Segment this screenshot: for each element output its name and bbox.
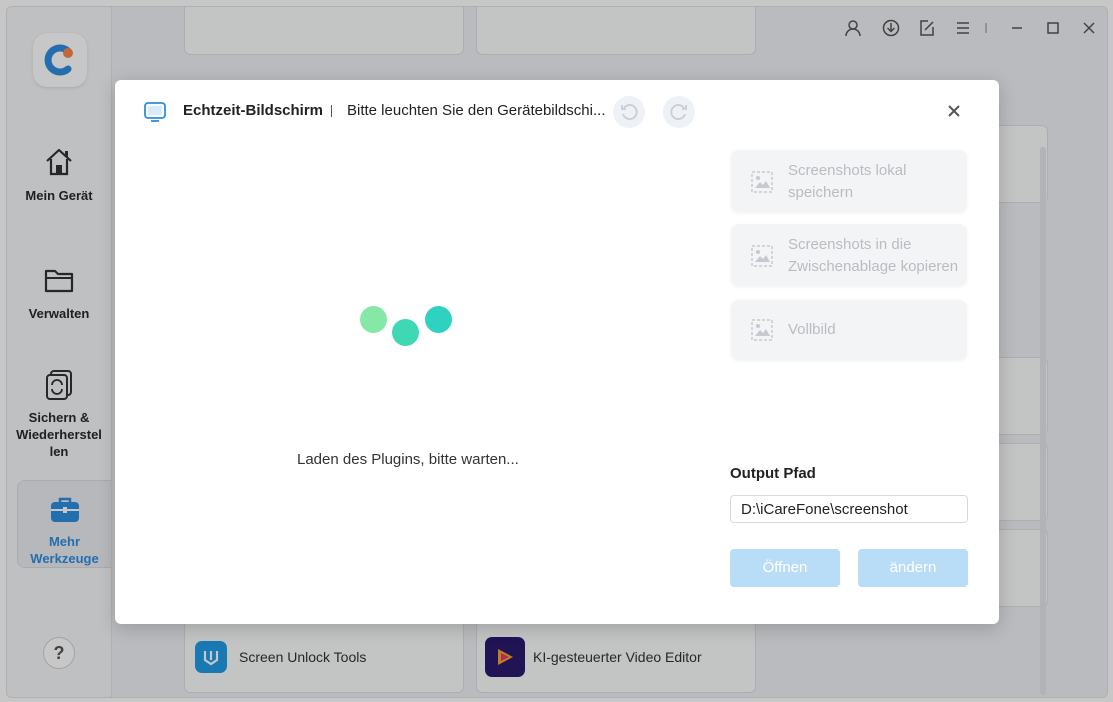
loading-dot (392, 319, 419, 346)
output-path-field[interactable]: D:\iCareFone\screenshot (730, 495, 968, 523)
action-label-line-2: speichern (788, 184, 854, 201)
rotate-right-button[interactable] (663, 96, 695, 128)
copy-screenshot-clipboard-button[interactable]: Screenshots in die Zwischenablage kopier… (731, 224, 967, 286)
title-separator (331, 105, 332, 117)
fullscreen-button[interactable]: Vollbild (731, 300, 967, 360)
open-button[interactable]: Öffnen (730, 549, 840, 587)
rotate-left-icon (621, 104, 638, 120)
screenshot-icon (751, 319, 773, 341)
output-path-label: Output Pfad (730, 465, 816, 482)
save-screenshot-local-button[interactable]: Screenshots lokal speichern (731, 150, 967, 212)
change-button[interactable]: ändern (858, 549, 968, 587)
close-icon (948, 105, 960, 117)
loading-message: Laden des Plugins, bitte warten... (297, 451, 519, 468)
screenshot-icon (751, 171, 773, 193)
rotate-left-button[interactable] (613, 96, 645, 128)
monitor-icon (144, 102, 166, 122)
loading-dot (425, 306, 452, 333)
action-label-line-1: Screenshots in die (788, 236, 912, 253)
loading-dot (360, 306, 387, 333)
realtime-screen-dialog: Echtzeit-Bildschirm Bitte leuchten Sie d… (115, 80, 999, 624)
action-label: Vollbild (788, 321, 836, 338)
action-label-line-2: Zwischenablage kopieren (788, 258, 959, 275)
rotate-right-icon (670, 104, 687, 120)
dialog-close-button[interactable] (945, 102, 963, 120)
dialog-subtitle: Bitte leuchten Sie den Gerätebildschi... (347, 102, 606, 119)
screenshot-icon (751, 245, 773, 267)
action-label-line-1: Screenshots lokal (788, 162, 907, 179)
dialog-title: Echtzeit-Bildschirm (183, 102, 324, 119)
